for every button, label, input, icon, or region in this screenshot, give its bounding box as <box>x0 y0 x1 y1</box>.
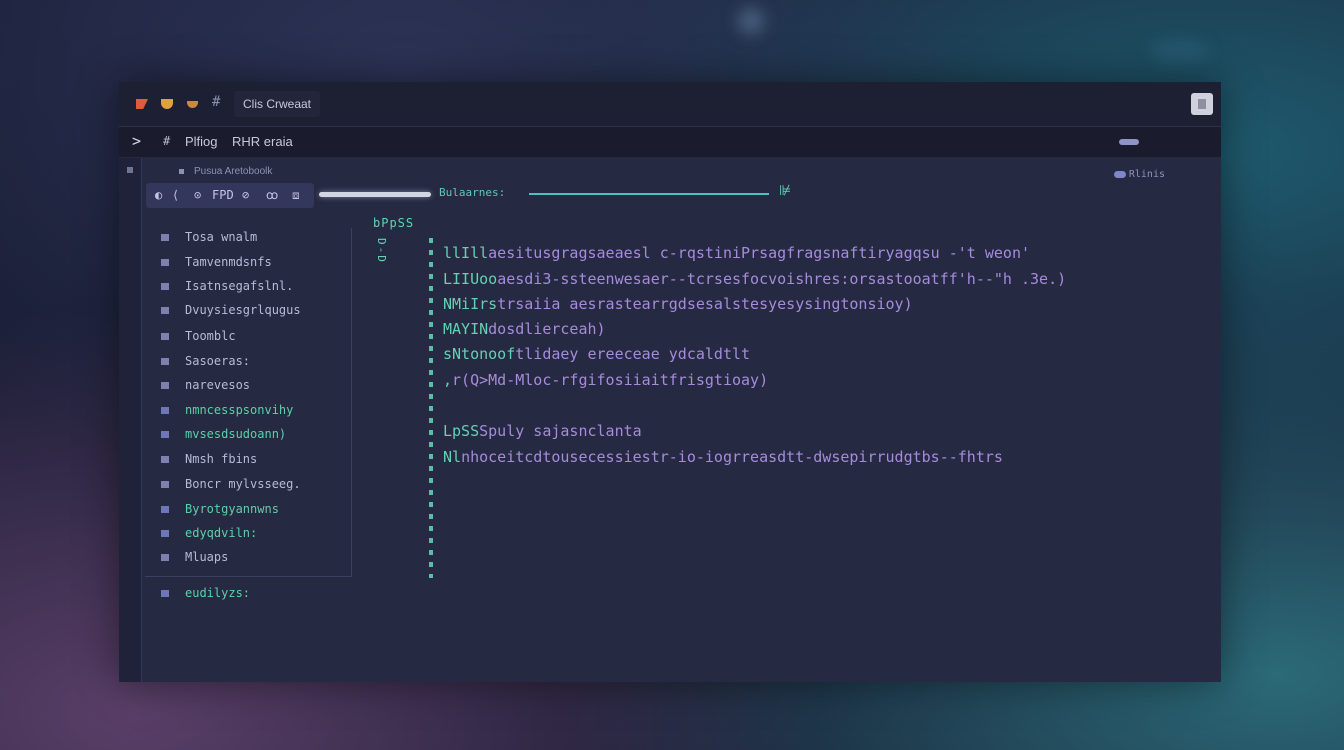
explorer-icon[interactable] <box>127 167 133 173</box>
code-line: sNtonooftlidaey ereeceae ydcaldtlt <box>443 345 751 363</box>
file-tree-item[interactable]: Boncr mylvsseeg. <box>145 475 301 493</box>
file-tree-item[interactable]: narevesos <box>145 376 250 394</box>
code-editor-window: # Clis Crweaat > # Plfiog RHR eraia Pusu… <box>119 82 1221 682</box>
progress-line <box>529 193 769 195</box>
back-icon[interactable]: ⟨ <box>172 188 179 202</box>
toggle-icon[interactable]: ◐ <box>155 188 162 202</box>
file-icon <box>161 407 169 414</box>
file-icon <box>161 358 169 365</box>
fpd-button[interactable]: FPD <box>212 188 234 202</box>
file-tree-item[interactable]: Isatnsegafslnl. <box>145 277 293 295</box>
explorer-header: Pusua Aretoboolk <box>179 166 272 177</box>
line-gutter: bPpSS D-D <box>373 216 443 578</box>
file-icon <box>161 234 169 241</box>
code-line: LpSSSpuly sajasnclanta <box>443 422 642 440</box>
menu-item-edit[interactable]: RHR eraia <box>232 134 293 149</box>
file-icon <box>161 283 169 290</box>
file-tree-item[interactable]: Dvuysiesgrlqugus <box>145 301 301 319</box>
file-tree: Tosa wnalm Tamvenmdsnfs Isatnsegafslnl. … <box>145 228 352 577</box>
title-bar: # Clis Crweaat <box>119 82 1221 127</box>
file-tree-item[interactable]: mvsesdsudoann) <box>145 425 286 443</box>
background-glow <box>738 8 764 34</box>
file-icon <box>161 333 169 340</box>
menu-item-file[interactable]: Plfiog <box>185 134 218 149</box>
target-icon[interactable]: ⊙ <box>194 188 201 202</box>
link-icon[interactable]: ꝏ <box>266 188 278 202</box>
file-icon <box>161 481 169 488</box>
app-title-tab[interactable]: Clis Crweaat <box>234 91 320 117</box>
code-line: MAYINdosdlierceah) <box>443 320 606 338</box>
code-line: LIIUooaesdi3-ssteenwesaer--tcrsesfocvois… <box>443 270 1067 288</box>
file-icon <box>161 431 169 438</box>
menu-bar: > # Plfiog RHR eraia <box>119 127 1221 157</box>
block-icon[interactable]: ⊘ <box>242 188 249 202</box>
file-tree-item[interactable]: edyqdviln: <box>145 524 257 542</box>
file-tree-item[interactable]: nmncesspsonvihy <box>145 401 293 419</box>
menu-indicator-pill[interactable] <box>1119 139 1139 145</box>
hash-icon: # <box>212 94 221 110</box>
code-line: llIllaesitusgragsaeaesl c-rqstiniPrsagfr… <box>443 244 1031 262</box>
file-icon <box>161 554 169 561</box>
file-icon <box>161 506 169 513</box>
file-icon <box>161 530 169 537</box>
file-tree-item[interactable]: Tosa wnalm <box>145 228 257 246</box>
code-line: ,r(Q>Md-Mloc-rfgifosiiaitfrisgtioay) <box>443 371 769 389</box>
folder-icon <box>179 169 184 174</box>
file-icon <box>161 590 169 597</box>
file-icon <box>161 456 169 463</box>
slider-label: Bulaarnes: <box>439 186 506 199</box>
window-menu-button[interactable] <box>1191 93 1213 115</box>
minimize-window-button[interactable] <box>161 99 173 109</box>
gutter-marker: D-D <box>375 238 388 264</box>
hash-icon: # <box>163 134 171 148</box>
status-indicator: Rlinis <box>1113 169 1165 180</box>
close-window-button[interactable] <box>136 99 148 109</box>
file-tree-item[interactable]: Tamvenmdsnfs <box>145 253 272 271</box>
file-icon <box>161 307 169 314</box>
file-icon <box>161 382 169 389</box>
activity-bar <box>119 158 142 682</box>
maximize-window-button[interactable] <box>187 101 198 108</box>
chevron-right-icon[interactable]: > <box>132 132 141 150</box>
fold-guide <box>429 238 433 578</box>
run-icon[interactable]: ⊯ <box>779 183 791 199</box>
file-tree-item[interactable]: Mluaps <box>145 548 228 566</box>
status-label: Rlinis <box>1128 169 1165 180</box>
background-glow <box>1150 40 1210 62</box>
file-tree-item[interactable]: eudilyzs: <box>145 584 250 602</box>
gutter-label: bPpSS <box>373 216 415 230</box>
file-icon <box>161 259 169 266</box>
file-tree-item[interactable]: Nmsh fbins <box>145 450 257 468</box>
code-line: NMiIrstrsaiia aesrastearrgdsesalstesyesy… <box>443 295 913 313</box>
file-tree-item[interactable]: Toomblc <box>145 327 236 345</box>
file-tree-item[interactable]: Byrotgyannwns <box>145 500 279 518</box>
editor-toolbar: ◐ ⟨ ⊙ FPD ⊘ ꝏ ⧈ <box>146 183 314 208</box>
scroll-slider[interactable] <box>319 192 431 197</box>
panel-icon[interactable]: ⧈ <box>292 188 300 203</box>
explorer-title: Pusua Aretoboolk <box>194 166 273 177</box>
toggle-pill-icon[interactable] <box>1113 170 1126 178</box>
code-line: Nlnhoceitcdtousecessiestr-io-iogrreasdtt… <box>443 448 1003 466</box>
file-tree-item[interactable]: Sasoeras: <box>145 352 250 370</box>
